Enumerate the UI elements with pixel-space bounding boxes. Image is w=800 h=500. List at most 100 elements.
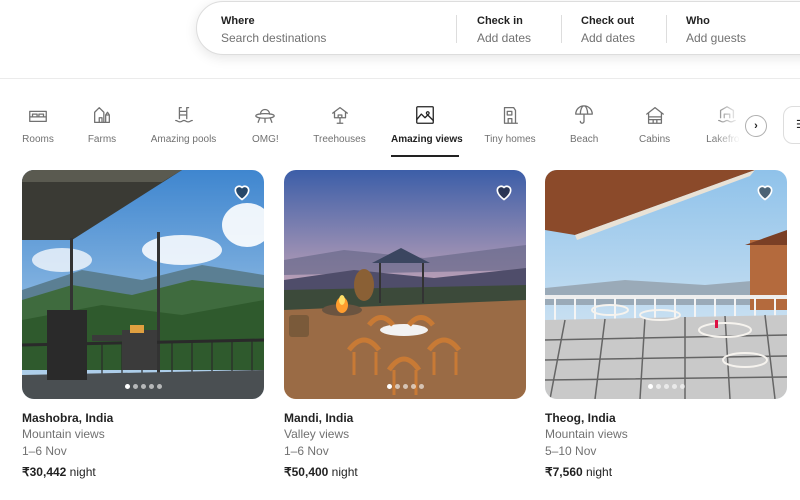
listing-photo-image xyxy=(22,170,264,399)
category-label: Rooms xyxy=(22,134,54,145)
farms-icon xyxy=(91,104,113,126)
search-bar: Where Search destinations Check in Add d… xyxy=(196,1,800,55)
listing-photo[interactable] xyxy=(22,170,264,399)
guests-field[interactable]: Who Add guests xyxy=(686,14,746,46)
category-rooms[interactable]: Rooms xyxy=(22,104,54,158)
listing-price-unit: night xyxy=(328,465,358,479)
listing-card[interactable]: Mashobra, India Mountain views 1–6 Nov ₹… xyxy=(22,170,264,481)
category-beach[interactable]: Beach xyxy=(570,104,598,158)
category-label: Beach xyxy=(570,134,599,145)
listing-photo-image xyxy=(284,170,526,399)
photo-dot[interactable] xyxy=(140,384,146,389)
listing-title: Mashobra, India xyxy=(22,411,114,425)
listing-price-line: ₹30,442 night xyxy=(22,464,264,481)
wishlist-heart-icon[interactable] xyxy=(494,182,514,202)
photo-dot[interactable] xyxy=(156,384,162,389)
photo-dot[interactable] xyxy=(148,384,154,389)
photo-dot[interactable] xyxy=(124,384,130,389)
category-label: Amazing views xyxy=(391,134,463,145)
search-divider xyxy=(561,15,562,43)
category-amazing-pools[interactable]: Amazing pools xyxy=(150,104,217,158)
chevron-right-icon: › xyxy=(754,120,758,132)
category-tiny-homes[interactable]: Tiny homes xyxy=(484,104,536,158)
photo-dot[interactable] xyxy=(386,384,392,389)
views-icon xyxy=(414,104,436,126)
listing-price-line: ₹7,560 night xyxy=(545,464,787,481)
listing-card[interactable]: Theog, India Mountain views 5–10 Nov ₹7,… xyxy=(545,170,787,481)
category-label: Amazing pools xyxy=(150,134,217,145)
rooms-icon xyxy=(27,104,49,126)
listing-price: ₹30,442 xyxy=(22,465,67,479)
category-treehouses[interactable]: Treehouses xyxy=(313,104,366,158)
category-next-button[interactable]: › xyxy=(745,115,767,137)
filters-button[interactable]: ☰ xyxy=(783,106,800,144)
search-divider xyxy=(666,15,667,43)
photo-dot[interactable] xyxy=(647,384,653,389)
photo-dot[interactable] xyxy=(655,384,661,389)
wishlist-heart-icon[interactable] xyxy=(232,182,252,202)
check-out-label: Check out xyxy=(581,15,635,27)
category-farms[interactable]: Farms xyxy=(87,104,117,158)
photo-dot[interactable] xyxy=(394,384,400,389)
active-category-underline xyxy=(391,155,459,157)
listing-title: Theog, India xyxy=(545,411,616,425)
photo-pagination-dots xyxy=(284,384,526,389)
category-label: Tiny homes xyxy=(484,134,536,145)
listing-subtitle: Mountain views xyxy=(545,427,628,441)
category-label: Cabins xyxy=(639,134,671,145)
listing-subtitle: Mountain views xyxy=(22,427,105,441)
filter-icon: ☰ xyxy=(796,119,800,131)
category-omg[interactable]: OMG! xyxy=(252,104,279,158)
category-amazing-views[interactable]: Amazing views xyxy=(391,104,463,157)
beach-umbrella-icon xyxy=(573,104,595,126)
listing-photo[interactable] xyxy=(284,170,526,399)
listing-subtitle: Valley views xyxy=(284,427,350,441)
header-divider xyxy=(0,78,800,79)
category-label: OMG! xyxy=(252,134,279,145)
listing-photo-image xyxy=(545,170,787,399)
pool-icon xyxy=(173,104,195,126)
listing-dates: 5–10 Nov xyxy=(545,444,597,458)
photo-dot[interactable] xyxy=(679,384,685,389)
listing-title: Mandi, India xyxy=(284,411,354,425)
where-input[interactable]: Search destinations xyxy=(221,30,326,46)
wishlist-heart-icon[interactable] xyxy=(755,182,775,202)
who-label: Who xyxy=(686,15,710,27)
photo-dot[interactable] xyxy=(663,384,669,389)
photo-dot[interactable] xyxy=(402,384,408,389)
check-in-field[interactable]: Check in Add dates xyxy=(477,14,531,46)
search-divider xyxy=(456,15,457,43)
photo-dot[interactable] xyxy=(418,384,424,389)
category-cabins[interactable]: Cabins xyxy=(639,104,670,158)
listing-info: Theog, India Mountain views 5–10 Nov ₹7,… xyxy=(545,410,787,481)
treehouse-icon xyxy=(329,104,351,126)
listing-price-unit: night xyxy=(66,465,96,479)
listing-dates: 1–6 Nov xyxy=(22,444,67,458)
photo-pagination-dots xyxy=(22,384,264,389)
cabin-icon xyxy=(644,104,666,126)
listing-price: ₹50,400 xyxy=(284,465,329,479)
check-in-value: Add dates xyxy=(477,31,532,45)
check-out-value: Add dates xyxy=(581,31,636,45)
ufo-icon xyxy=(254,104,276,126)
listing-card[interactable]: Mandi, India Valley views 1–6 Nov ₹50,40… xyxy=(284,170,526,481)
category-label: Farms xyxy=(87,134,117,145)
photo-dot[interactable] xyxy=(410,384,416,389)
photo-dot[interactable] xyxy=(671,384,677,389)
photo-dot[interactable] xyxy=(132,384,138,389)
category-label: Treehouses xyxy=(313,134,366,145)
search-where-field[interactable]: Where Search destinations xyxy=(221,14,326,46)
listing-info: Mandi, India Valley views 1–6 Nov ₹50,40… xyxy=(284,410,526,481)
listing-photo[interactable] xyxy=(545,170,787,399)
photo-pagination-dots xyxy=(545,384,787,389)
check-in-label: Check in xyxy=(477,15,523,27)
listing-info: Mashobra, India Mountain views 1–6 Nov ₹… xyxy=(22,410,264,481)
who-value: Add guests xyxy=(686,31,747,45)
listing-dates: 1–6 Nov xyxy=(284,444,329,458)
listing-price-line: ₹50,400 night xyxy=(284,464,526,481)
listing-price-unit: night xyxy=(582,465,613,479)
check-out-field[interactable]: Check out Add dates xyxy=(581,14,635,46)
tiny-home-icon xyxy=(499,104,521,126)
listing-price: ₹7,560 xyxy=(545,465,583,479)
where-label: Where xyxy=(221,15,255,27)
